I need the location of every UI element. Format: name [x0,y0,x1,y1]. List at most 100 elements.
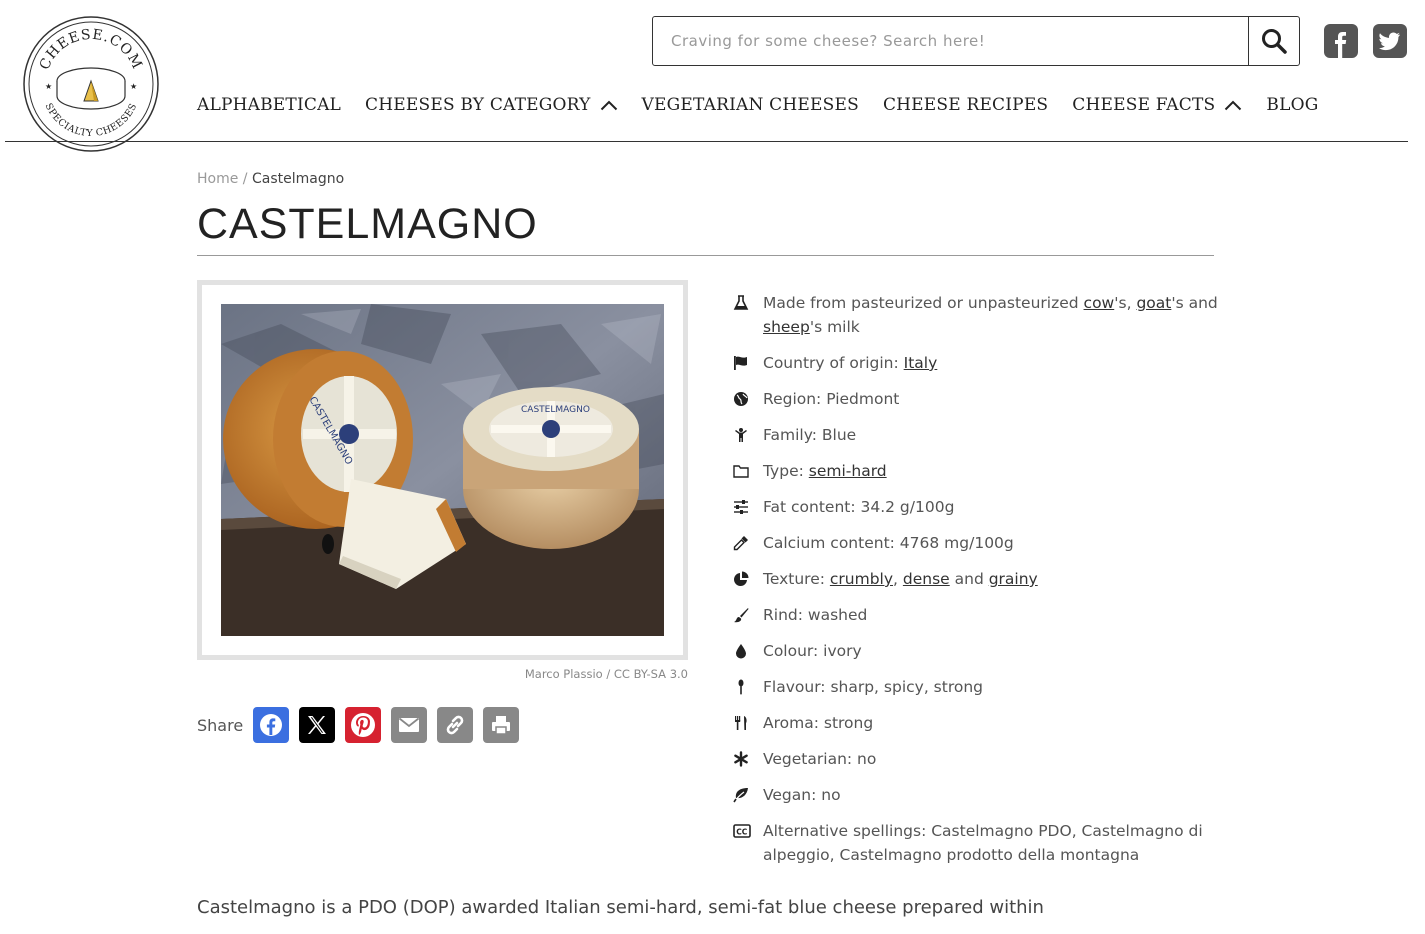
share-label: Share [197,715,244,735]
cheese-image-frame: CASTELMAGNO CASTELMAGNO [197,280,688,660]
print-icon[interactable] [483,707,520,743]
flag-icon [734,356,747,370]
fact-text: Alternative spellings: Castelmagno PDO, … [763,822,1203,864]
paint-brush-icon [734,608,749,623]
cheese-description: Castelmagno is a PDO (DOP) awarded Itali… [197,897,1044,918]
share-bar: Share [197,707,529,743]
link-cow[interactable]: cow [1084,294,1115,312]
link-dense[interactable]: dense [903,570,950,588]
fact-text: Texture: crumbly, dense and grainy [763,567,1038,591]
nav-vegetarian-cheeses[interactable]: VEGETARIAN CHEESES [642,95,859,115]
facebook-icon[interactable] [253,707,290,743]
fact-family: Family: Blue [733,423,1218,447]
fact-text: Fat content: 34.2 g/100g [763,498,955,516]
fact-vegan: Vegan: no [733,783,1218,807]
fact-rind: Rind: washed [733,603,1218,627]
nav-label: BLOG [1266,95,1319,115]
closed-captions-icon: CC [733,824,751,838]
fact-milk-suffix: 's milk [809,318,860,336]
fact-alternative-spellings: CC Alternative spellings: Castelmagno PD… [733,819,1218,867]
eyedropper-icon [733,536,748,551]
nav-cheeses-by-category[interactable]: CHEESES BY CATEGORY [365,95,618,115]
link-grainy[interactable]: grainy [989,570,1038,588]
pie-chart-icon [734,571,749,586]
nav-label: CHEESES BY CATEGORY [365,95,591,115]
child-icon [735,428,747,442]
facebook-square-icon[interactable] [1324,24,1358,58]
folder-icon [733,465,749,478]
image-credit[interactable]: Marco Plassio / CC BY-SA 3.0 [420,667,688,681]
fact-text: Aroma: strong [763,714,874,732]
fact-text: Region: Piedmont [763,390,900,408]
page-title: CASTELMAGNO [197,200,538,248]
link-crumbly[interactable]: crumbly [830,570,893,588]
chevron-up-icon [1225,100,1242,111]
fact-fat: Fat content: 34.2 g/100g [733,495,1218,519]
pinterest-icon[interactable] [345,707,382,743]
copy-link-icon[interactable] [437,707,474,743]
fact-milk-sep: 's and [1171,294,1218,312]
x-icon[interactable] [299,707,336,743]
search-bar [652,16,1300,66]
fact-country: Country of origin: Italy [733,351,1218,375]
fact-calcium: Calcium content: 4768 mg/100g [733,531,1218,555]
email-icon[interactable] [391,707,428,743]
site-logo[interactable]: CHEESE.COM SPECIALTY CHEESES ★ ★ [22,15,160,153]
svg-text:CASTELMAGNO: CASTELMAGNO [521,405,590,415]
nav-cheese-recipes[interactable]: CHEESE RECIPES [883,95,1048,115]
fact-sep: , [893,570,903,588]
breadcrumb-home[interactable]: Home [197,171,238,187]
main-nav: ALPHABETICAL CHEESES BY CATEGORY VEGETAR… [197,95,1343,115]
fact-sep: and [949,570,989,588]
breadcrumb: Home / Castelmagno [197,171,344,187]
fact-text: Rind: washed [763,606,868,624]
link-goat[interactable]: goat [1136,294,1171,312]
chevron-up-icon [600,100,617,111]
nav-label: CHEESE RECIPES [882,95,1049,115]
fact-text: Family: Blue [763,426,857,444]
fact-region: Region: Piedmont [733,387,1218,411]
title-divider [197,255,1214,256]
fact-flavour: Flavour: sharp, spicy, strong [733,675,1218,699]
fact-colour: Colour: ivory [733,639,1218,663]
spoon-icon [738,679,744,695]
fact-milk-prefix: Made from pasteurized or unpasteurized [763,294,1084,312]
fact-aroma: Aroma: strong [733,711,1218,735]
fact-vegetarian: Vegetarian: no [733,747,1218,771]
header-divider [5,141,1408,142]
sliders-icon [734,500,748,514]
fact-text: Flavour: sharp, spicy, strong [763,678,984,696]
nav-cheese-facts[interactable]: CHEESE FACTS [1072,95,1242,115]
fact-text: Colour: ivory [763,642,862,660]
search-button[interactable] [1248,17,1299,65]
fact-type: Type: semi-hard [733,459,1218,483]
asterisk-icon [734,751,748,767]
link-italy[interactable]: Italy [904,354,938,372]
fact-milk-sep: 's, [1114,294,1137,312]
fact-milk: Made from pasteurized or unpasteurized c… [733,291,1218,339]
cheese-photo[interactable]: CASTELMAGNO CASTELMAGNO [221,304,664,636]
search-icon [1262,29,1287,54]
fact-text: Country of origin: Italy [763,351,937,375]
link-sheep[interactable]: sheep [763,318,810,336]
flask-icon [733,295,749,310]
tint-drop-icon [736,644,746,659]
fact-text: Type: semi-hard [763,459,887,483]
breadcrumb-current: Castelmagno [251,171,345,187]
fact-texture: Texture: crumbly, dense and grainy [733,567,1218,591]
nav-blog[interactable]: BLOG [1266,95,1318,115]
fact-text: Vegetarian: no [763,750,877,768]
twitter-square-icon[interactable] [1373,24,1407,58]
fact-label: Type: [763,462,809,480]
nav-label: VEGETARIAN CHEESES [641,95,859,115]
search-input[interactable] [653,17,1248,65]
breadcrumb-separator: / [242,171,248,187]
nav-label: CHEESE FACTS [1072,95,1216,115]
svg-text:CC: CC [736,828,748,837]
fact-text: Made from pasteurized or unpasteurized c… [763,291,1218,339]
cheese-facts-list: Made from pasteurized or unpasteurized c… [733,291,1218,879]
fact-text: Vegan: no [763,786,841,804]
svg-text:★: ★ [45,82,52,91]
nav-alphabetical[interactable]: ALPHABETICAL [197,95,341,115]
link-semi-hard[interactable]: semi-hard [809,462,887,480]
